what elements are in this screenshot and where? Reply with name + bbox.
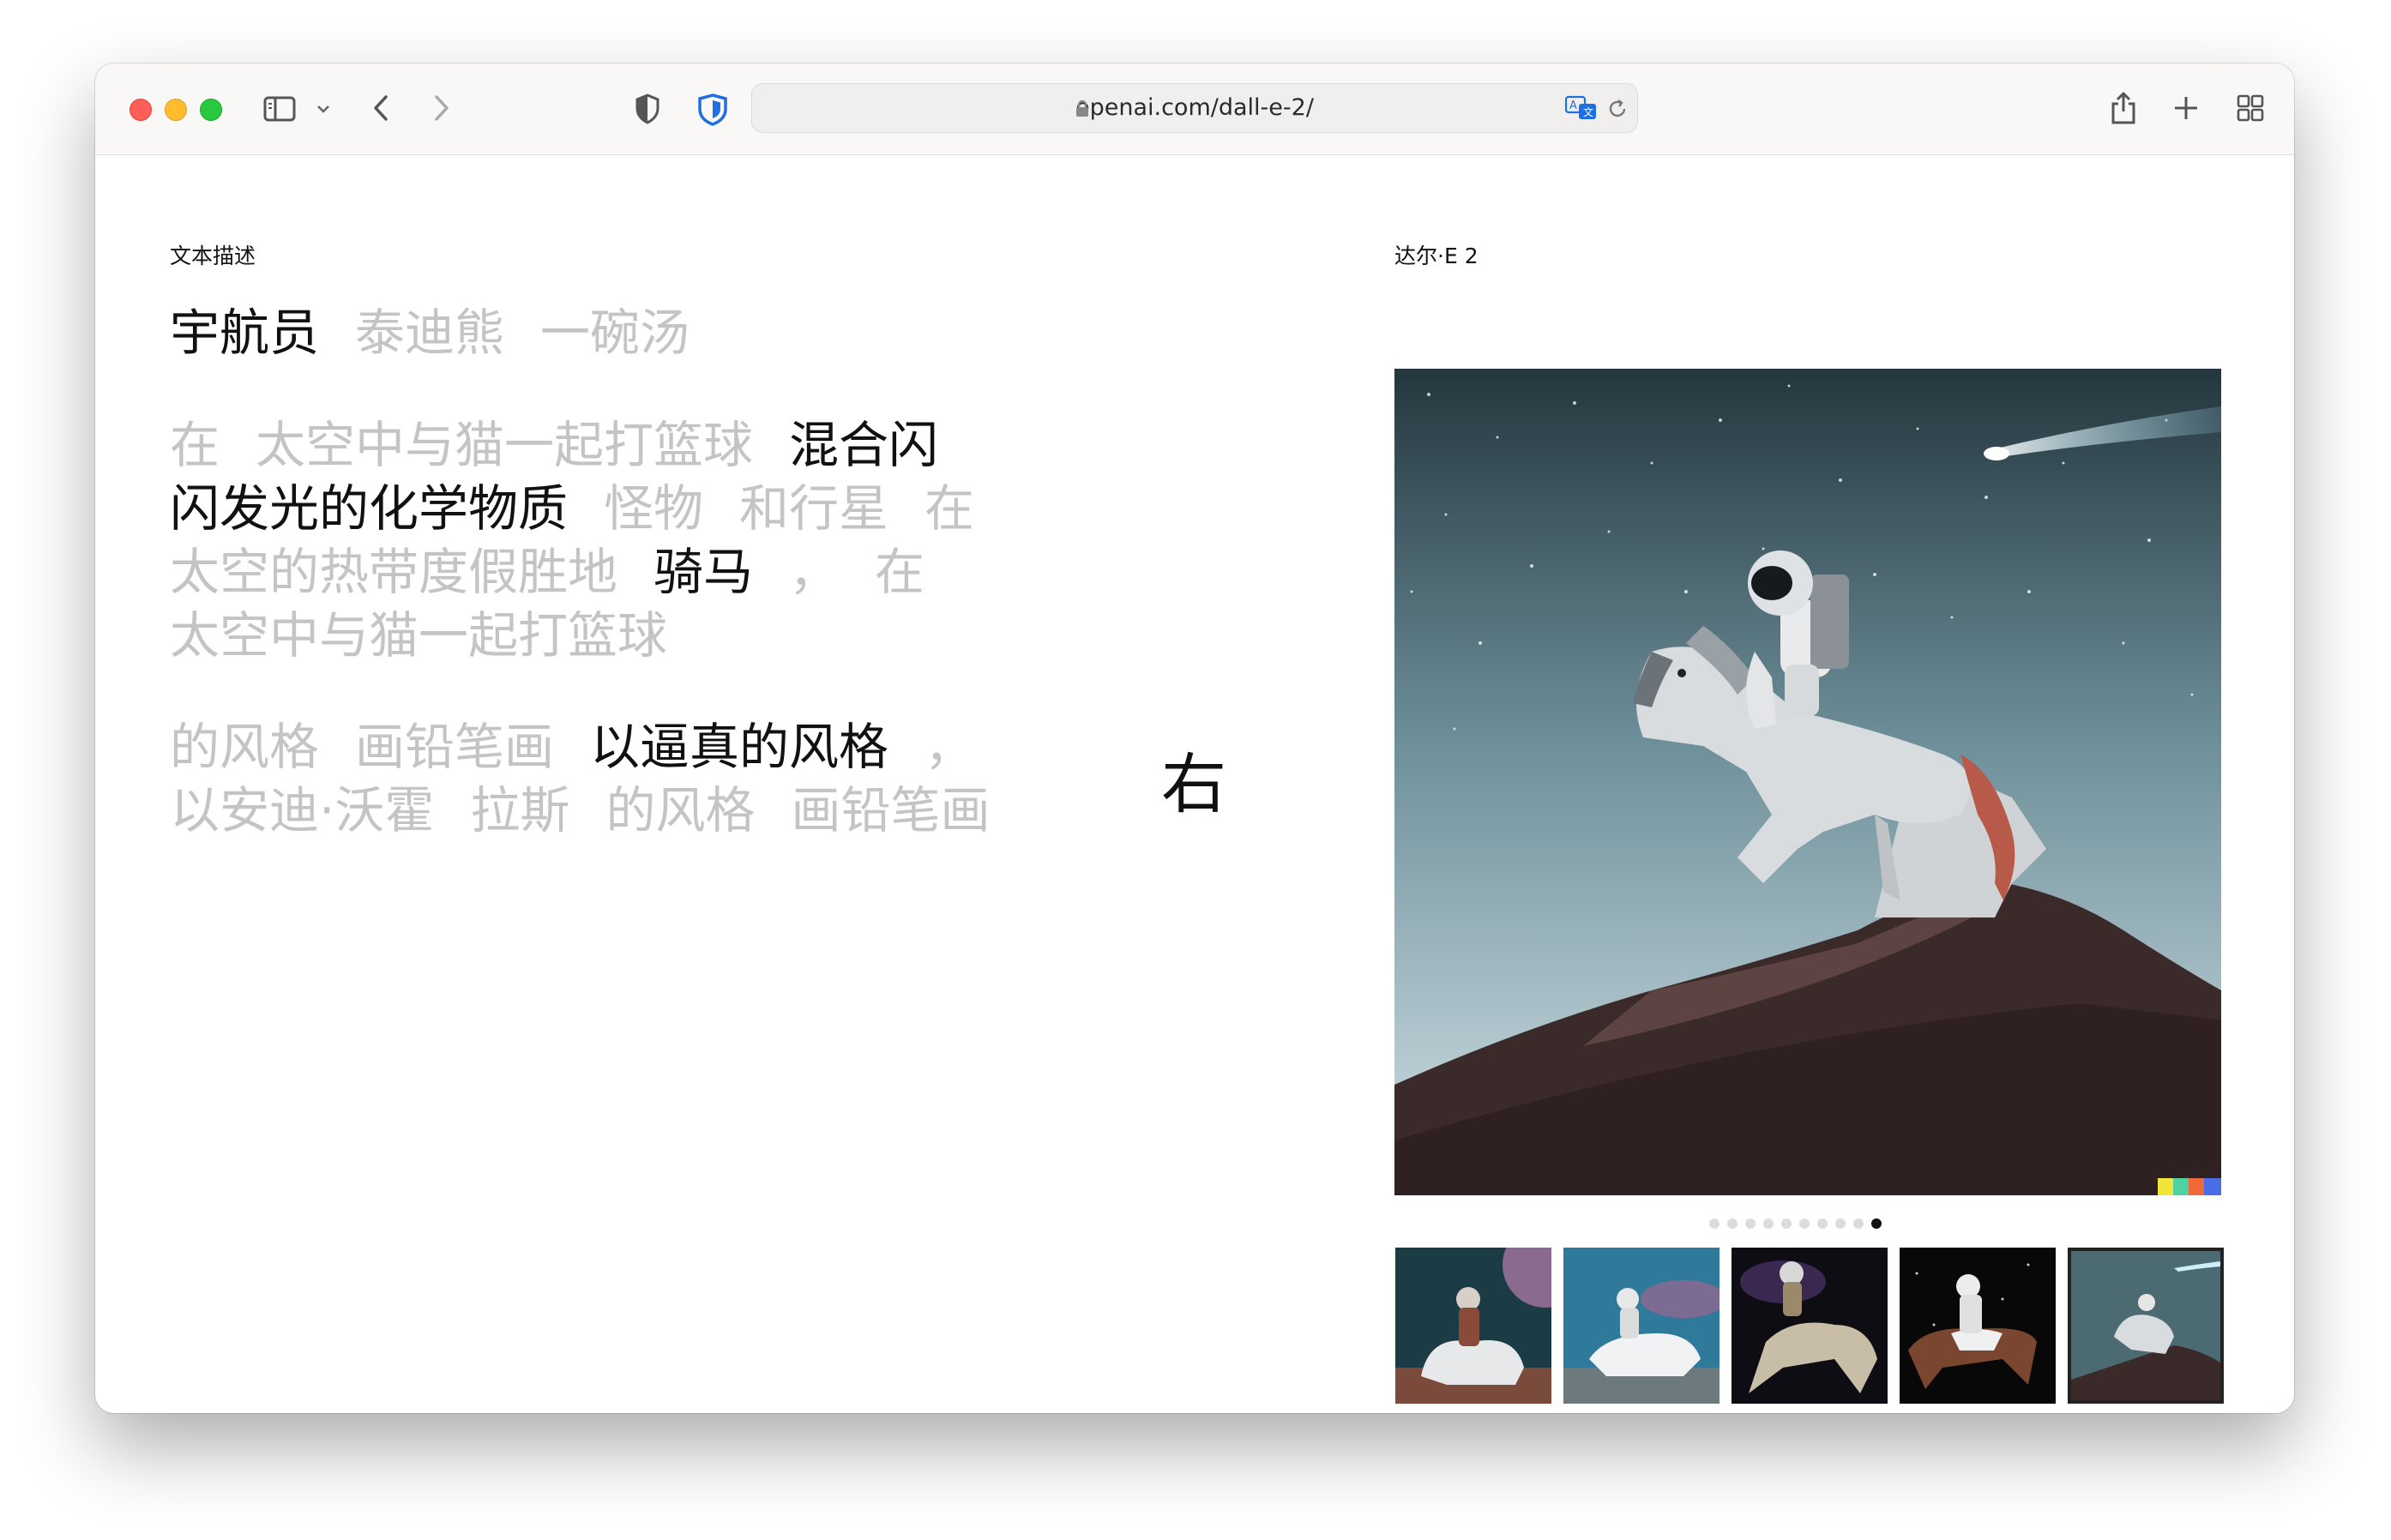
share-icon[interactable]	[2106, 89, 2141, 127]
action-option[interactable]: 怪物	[604, 477, 703, 540]
thumbnail-astronaut-comet[interactable]	[2068, 1248, 2224, 1404]
thumbnail-strip	[1395, 1248, 2224, 1404]
dalle-label: 达尔·E 2	[1394, 244, 1479, 268]
url-text[interactable]: openai.com/dall-e-2/	[752, 84, 1637, 132]
subject-options: 宇航员 泰迪熊 一碗汤	[170, 301, 726, 364]
browser-toolbar: openai.com/dall-e-2/ A文	[95, 63, 2294, 155]
forward-arrow-icon[interactable]	[429, 93, 455, 123]
browser-window: openai.com/dall-e-2/ A文 文本描述 达尔·E 2 宇航员泰…	[95, 63, 2294, 1413]
address-bar[interactable]: openai.com/dall-e-2/ A文	[751, 83, 1638, 133]
carousel-dot[interactable]	[1709, 1218, 1719, 1229]
back-arrow-icon[interactable]	[368, 93, 394, 123]
style-option[interactable]: 以安迪·沃霍	[170, 779, 434, 842]
chevron-down-icon[interactable]	[314, 99, 333, 118]
carousel-dots	[1709, 1218, 1882, 1230]
style-option[interactable]: 画铅笔画	[791, 779, 990, 842]
action-option: ，	[789, 543, 840, 601]
carousel-dot[interactable]	[1763, 1218, 1774, 1229]
new-tab-plus-icon[interactable]	[2171, 93, 2201, 123]
carousel-dot[interactable]	[1781, 1218, 1792, 1229]
action-option[interactable]: 太空的热带度假胜地	[170, 540, 617, 604]
style-line-2: 以安迪·沃霍 拉斯 的风格 画铅笔画	[170, 779, 1026, 842]
action-option[interactable]: 闪发光的化学物质	[170, 477, 568, 540]
style-option[interactable]: 画铅笔画	[355, 715, 554, 779]
style-option[interactable]: 的风格	[170, 715, 319, 779]
text-description-label: 文本描述	[170, 244, 256, 268]
carousel-dot[interactable]	[1871, 1218, 1882, 1229]
svg-text:A: A	[1569, 99, 1577, 112]
action-line-4: 太空中与猫一起打篮球	[170, 604, 703, 667]
carousel-dot[interactable]	[1745, 1218, 1756, 1229]
style-option: ，	[924, 718, 975, 776]
thumbnail-astronaut-brown-horse[interactable]	[1900, 1248, 2056, 1404]
style-option[interactable]: 的风格	[605, 779, 755, 842]
action-option[interactable]: 和行星	[739, 477, 888, 540]
zoom-window-button[interactable]	[200, 99, 222, 121]
carousel-dot[interactable]	[1799, 1218, 1810, 1229]
thumbnail-astronaut-planet[interactable]	[1395, 1248, 1551, 1404]
subject-option[interactable]: 一碗汤	[540, 301, 690, 364]
thumbnail-astronaut-galaxy[interactable]	[1563, 1248, 1719, 1404]
bitwarden-extension-icon[interactable]	[696, 93, 730, 127]
style-line-1: 的风格 画铅笔画 以逼真的风格 ，	[170, 715, 1010, 779]
minimize-window-button[interactable]	[165, 99, 187, 121]
lock-icon	[1074, 98, 1091, 118]
translate-icon[interactable]: A文	[1564, 93, 1599, 123]
svg-text:文: 文	[1583, 105, 1593, 118]
privacy-shield-icon[interactable]	[633, 93, 662, 125]
style-option[interactable]: 以逼真的风格	[590, 715, 888, 779]
center-character: 右	[1161, 746, 1226, 822]
action-line-2: 闪发光的化学物质 怪物 和行星在	[170, 477, 1010, 540]
action-option[interactable]: 混合闪	[789, 413, 938, 477]
action-option[interactable]: 太空中与猫一起打篮球	[170, 604, 667, 667]
carousel-dot[interactable]	[1817, 1218, 1828, 1229]
action-line-1: 在太空中与猫一起打篮球 混合闪	[170, 413, 974, 477]
carousel-dot[interactable]	[1727, 1218, 1738, 1229]
subject-option[interactable]: 宇航员	[170, 301, 319, 364]
reload-icon[interactable]	[1605, 96, 1630, 122]
action-option[interactable]: 骑马	[653, 540, 753, 604]
action-option[interactable]: 在	[170, 413, 220, 477]
carousel-dot[interactable]	[1835, 1218, 1846, 1229]
action-option[interactable]: 在	[875, 540, 924, 604]
page-content: 文本描述 达尔·E 2 宇航员 泰迪熊 一碗汤 在太空中与猫一起打篮球 混合闪 闪发光…	[95, 155, 2294, 1413]
action-option[interactable]: 太空中与猫一起打篮球	[256, 413, 753, 477]
style-option[interactable]: 拉斯	[470, 779, 569, 842]
close-window-button[interactable]	[129, 99, 152, 121]
generated-image-astronaut-horse	[1394, 369, 2221, 1195]
action-line-3: 太空的热带度假胜地 骑马 ， 在	[170, 540, 961, 604]
carousel-dot[interactable]	[1853, 1218, 1864, 1229]
sidebar-toggle-icon[interactable]	[262, 94, 297, 123]
subject-option[interactable]: 泰迪熊	[355, 301, 504, 364]
tab-overview-icon[interactable]	[2235, 93, 2266, 123]
thumbnail-astronaut-nebula[interactable]	[1732, 1248, 1888, 1404]
action-option[interactable]: 在	[924, 477, 974, 540]
